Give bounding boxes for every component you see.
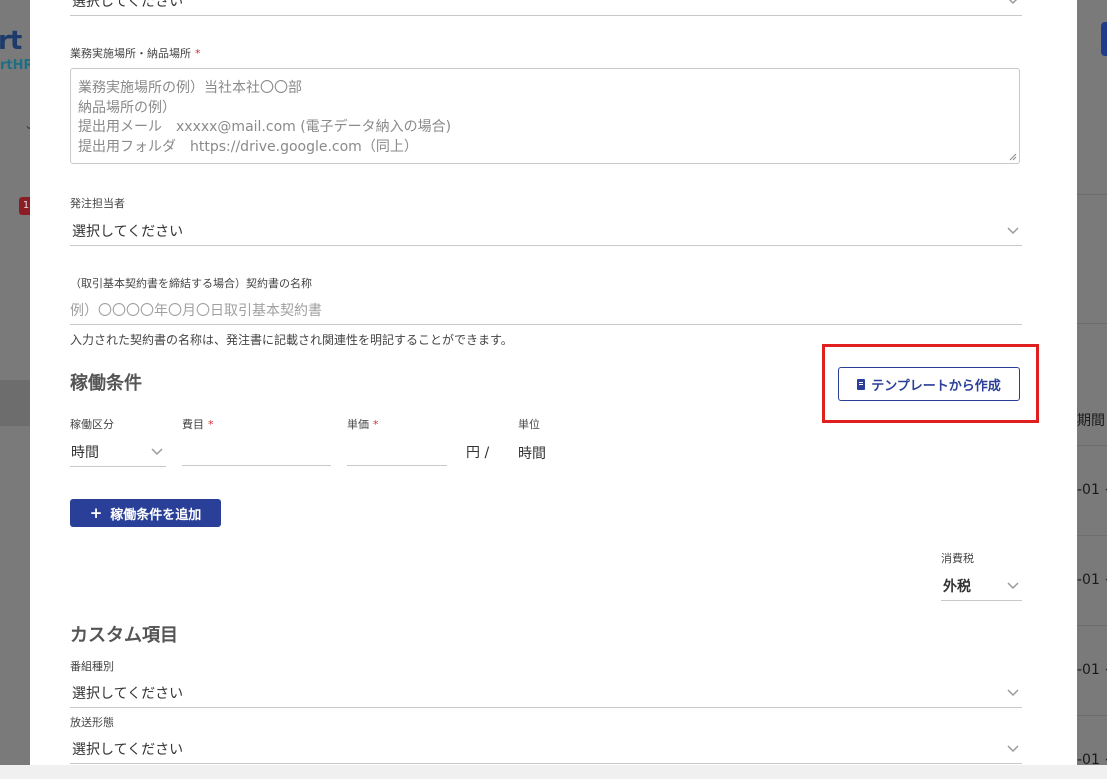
ordering-person-label: 発注担当者 bbox=[70, 197, 125, 210]
work-type-label: 稼働区分 bbox=[70, 418, 114, 431]
add-work-condition-label: 稼働条件を追加 bbox=[110, 507, 202, 523]
unit-price-label: 単価 * bbox=[347, 416, 379, 432]
chevron-down-icon bbox=[151, 448, 163, 456]
consumption-tax-value: 外税 bbox=[943, 579, 971, 595]
unit-price-input[interactable] bbox=[347, 465, 447, 466]
background-logo: rt bbox=[0, 26, 22, 56]
required-mark: * bbox=[195, 47, 201, 60]
background-footer bbox=[0, 765, 1107, 779]
unit-value: 時間 bbox=[518, 446, 546, 462]
divider bbox=[1077, 715, 1107, 716]
expense-input[interactable] bbox=[182, 465, 331, 466]
work-conditions-title: 稼働条件 bbox=[70, 373, 142, 394]
background-button bbox=[1101, 22, 1107, 56]
program-type-select[interactable]: 選択してください bbox=[70, 677, 1022, 708]
resize-handle-icon[interactable] bbox=[1009, 153, 1017, 161]
divider bbox=[1077, 323, 1107, 324]
broadcast-form-value: 選択してください bbox=[72, 742, 184, 758]
background-row-date: -01 ~ bbox=[1077, 572, 1107, 588]
program-type-value: 選択してください bbox=[72, 686, 184, 702]
expense-label-text: 費目 bbox=[182, 418, 204, 431]
ordering-person-value: 選択してください bbox=[72, 224, 184, 240]
expense-label: 費目 * bbox=[182, 416, 214, 432]
background-column-header: 期間 bbox=[1077, 413, 1105, 429]
unit-label: 単位 bbox=[518, 418, 540, 431]
background-row-date: -01 ~ bbox=[1077, 662, 1107, 678]
add-work-condition-button[interactable]: + 稼働条件を追加 bbox=[70, 499, 221, 527]
divider bbox=[1077, 445, 1107, 446]
location-placeholder-line: 提出用フォルダ https://drive.google.com（同上） bbox=[78, 139, 418, 155]
plus-icon: + bbox=[89, 504, 103, 522]
currency-separator: 円 / bbox=[466, 445, 490, 461]
location-label: 業務実施場所・納品場所 * bbox=[70, 45, 201, 61]
work-type-value: 時間 bbox=[71, 445, 99, 461]
chevron-down-icon bbox=[1007, 582, 1019, 590]
background-table-header bbox=[0, 380, 30, 426]
divider bbox=[1077, 625, 1107, 626]
divider bbox=[1077, 535, 1107, 536]
contract-name-hint: 入力された契約書の名称は、発注書に記載され関連性を明記することができます。 bbox=[70, 333, 513, 347]
work-type-select[interactable]: 時間 bbox=[70, 436, 166, 467]
divider bbox=[1077, 194, 1107, 195]
location-label-text: 業務実施場所・納品場所 bbox=[70, 47, 191, 60]
chevron-down-icon bbox=[1008, 0, 1018, 5]
chevron-down-icon bbox=[1007, 745, 1019, 753]
contract-name-input[interactable]: 例）〇〇〇〇年〇月〇日取引基本契約書 bbox=[70, 300, 322, 320]
ordering-person-select[interactable]: 選択してください bbox=[70, 215, 1022, 246]
program-type-label: 番組種別 bbox=[70, 660, 114, 673]
consumption-tax-select[interactable]: 外税 bbox=[941, 570, 1022, 601]
background-logo-sub: rtHR bbox=[0, 58, 34, 73]
chevron-down-icon bbox=[1007, 227, 1019, 235]
background-row-date: -01 ~ bbox=[1077, 482, 1107, 498]
location-textarea[interactable]: 業務実施場所の例）当社本社〇〇部 納品場所の例） 提出用メール xxxxx@ma… bbox=[70, 68, 1020, 164]
unit-price-label-text: 単価 bbox=[347, 418, 369, 431]
location-placeholder-line: 業務実施場所の例）当社本社〇〇部 bbox=[78, 80, 302, 96]
input-underline bbox=[70, 324, 1022, 325]
custom-fields-title: カスタム項目 bbox=[70, 625, 178, 646]
top-select-value: 選択してください bbox=[72, 0, 184, 10]
required-mark: * bbox=[208, 418, 214, 431]
broadcast-form-label: 放送形態 bbox=[70, 716, 114, 729]
required-mark: * bbox=[373, 418, 379, 431]
location-placeholder-line: 提出用メール xxxxx@mail.com (電子データ納入の場合) bbox=[78, 119, 452, 135]
chevron-down-icon bbox=[1007, 689, 1019, 697]
top-select[interactable]: 選択してください bbox=[70, 0, 1022, 16]
consumption-tax-label: 消費税 bbox=[941, 552, 974, 565]
highlight-box bbox=[822, 344, 1039, 423]
location-placeholder-line: 納品場所の例） bbox=[78, 100, 176, 116]
broadcast-form-select[interactable]: 選択してください bbox=[70, 733, 1022, 764]
contract-name-label: （取引基本契約書を締結する場合）契約書の名称 bbox=[70, 277, 312, 290]
